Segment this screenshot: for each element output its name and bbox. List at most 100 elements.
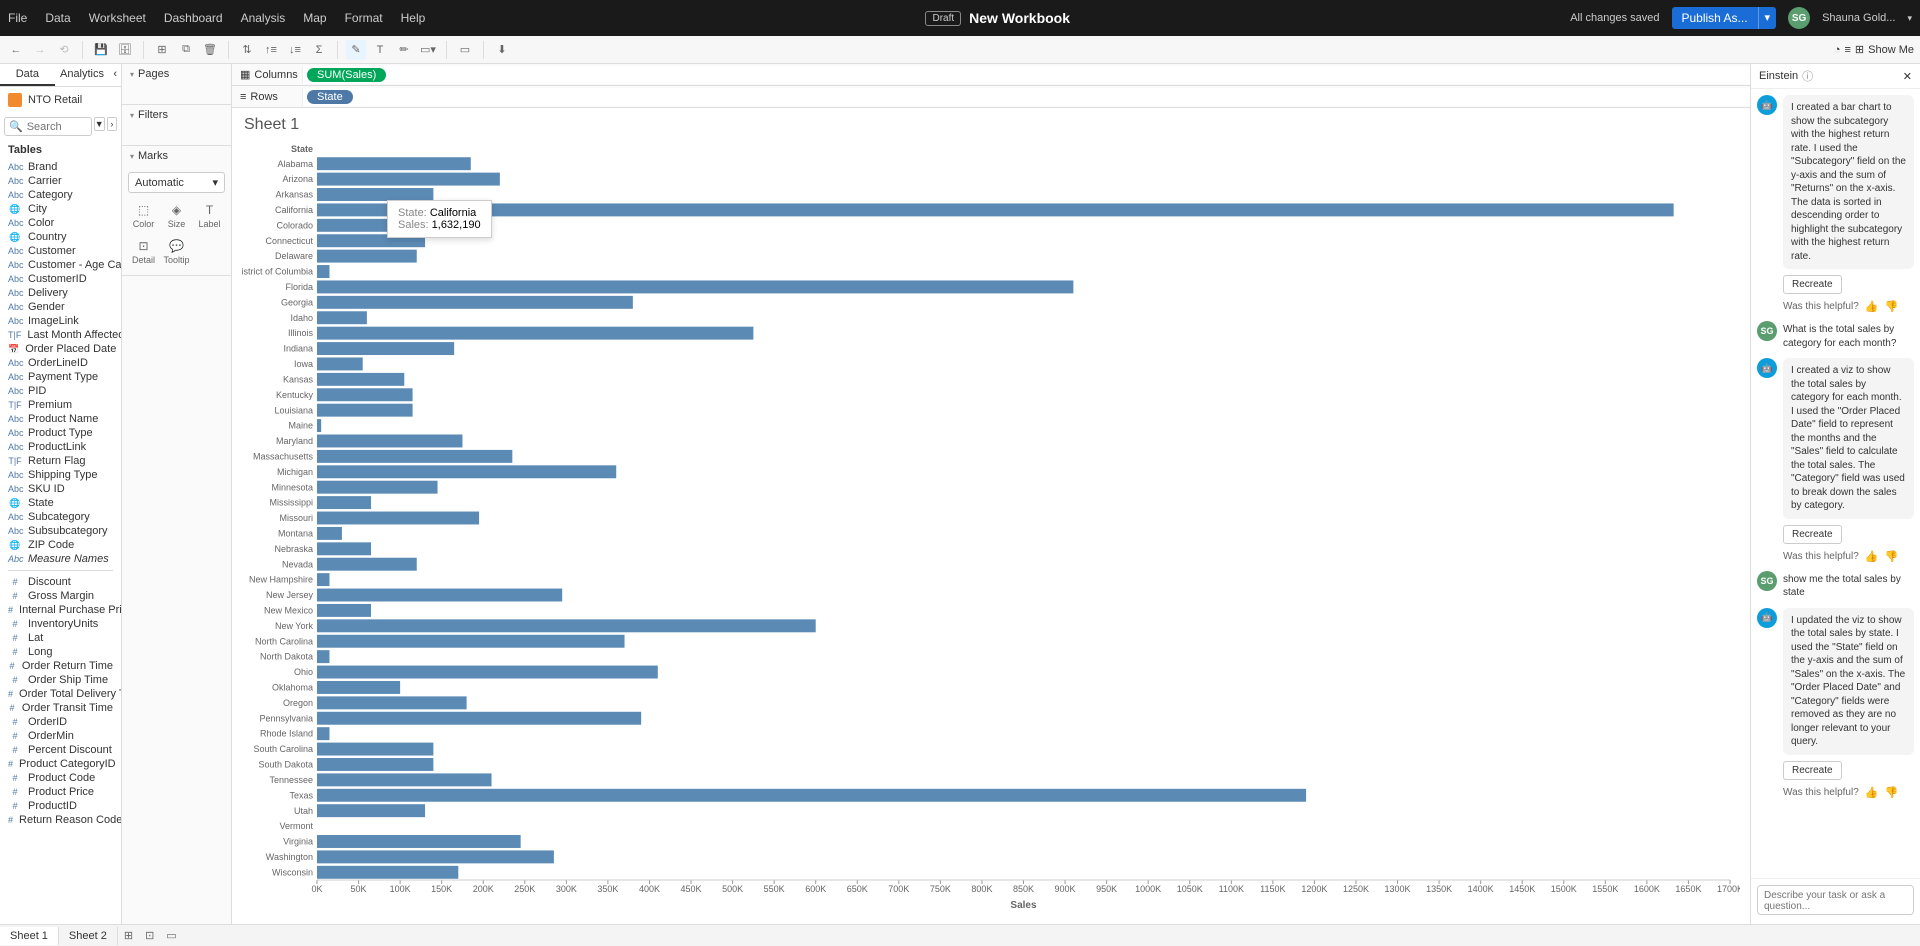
swap-icon[interactable]: ⇅ <box>237 40 257 60</box>
tab-data[interactable]: Data <box>0 64 55 86</box>
field-measure[interactable]: #OrderMin <box>0 729 121 743</box>
thumbs-up-icon[interactable]: 👍 <box>1865 300 1879 313</box>
menu-format[interactable]: Format <box>345 11 383 25</box>
save-icon[interactable]: 💾 <box>91 40 111 60</box>
bar[interactable] <box>317 280 1073 293</box>
field-measure[interactable]: #Internal Purchase Price <box>0 603 121 617</box>
bar[interactable] <box>317 311 367 324</box>
bar[interactable] <box>317 450 512 463</box>
field-dimension[interactable]: AbcPID <box>0 384 121 398</box>
search-input[interactable] <box>27 121 87 133</box>
bar[interactable] <box>317 850 554 863</box>
field-dimension[interactable]: AbcShipping Type <box>0 468 121 482</box>
bar[interactable] <box>317 388 413 401</box>
menu-help[interactable]: Help <box>401 11 426 25</box>
rows-pill[interactable]: State <box>307 90 353 104</box>
sheet-title[interactable]: Sheet 1 <box>232 108 1750 142</box>
field-dimension[interactable]: T|FReturn Flag <box>0 454 121 468</box>
thumbs-up-icon[interactable]: 👍 <box>1865 550 1879 563</box>
bar[interactable] <box>317 835 521 848</box>
bar[interactable] <box>317 743 433 756</box>
marks-size[interactable]: ◈Size <box>161 199 192 233</box>
bar[interactable] <box>317 342 454 355</box>
tab-analytics[interactable]: Analytics <box>55 64 110 86</box>
columns-pill[interactable]: SUM(Sales) <box>307 68 386 82</box>
bar[interactable] <box>317 712 641 725</box>
rows-shelf[interactable]: State <box>302 88 1750 106</box>
search-fields[interactable]: 🔍 <box>4 117 92 136</box>
menu-worksheet[interactable]: Worksheet <box>89 11 146 25</box>
field-dimension[interactable]: T|FLast Month Affected? <box>0 328 121 342</box>
field-dimension[interactable]: T|FPremium <box>0 398 121 412</box>
bar[interactable] <box>317 804 425 817</box>
marks-color[interactable]: ⬚Color <box>128 199 159 233</box>
show-me[interactable]: ◔ ≡ ⊞ Show Me <box>1834 43 1914 56</box>
marks-detail[interactable]: ⊡Detail <box>128 235 159 269</box>
field-measure[interactable]: #Percent Discount <box>0 743 121 757</box>
field-measure[interactable]: #Discount <box>0 575 121 589</box>
user-avatar[interactable]: SG <box>1788 7 1810 29</box>
field-dimension[interactable]: AbcCustomer - Age Cate... <box>0 258 121 272</box>
bar[interactable] <box>317 327 753 340</box>
labels-icon[interactable]: T <box>370 40 390 60</box>
presentation-icon[interactable]: ▭ <box>455 40 475 60</box>
bar[interactable] <box>317 866 458 879</box>
bar[interactable] <box>317 296 633 309</box>
info-icon[interactable]: ⓘ <box>1802 68 1813 84</box>
field-dimension[interactable]: AbcBrand <box>0 160 121 174</box>
revert-icon[interactable]: ⟲ <box>54 40 74 60</box>
field-measure[interactable]: #InventoryUnits <box>0 617 121 631</box>
bar[interactable] <box>317 635 625 648</box>
bar[interactable] <box>317 681 400 694</box>
field-measure[interactable]: #Return Reason Code <box>0 813 121 827</box>
bar[interactable] <box>317 527 342 540</box>
bar[interactable] <box>317 481 438 494</box>
bar[interactable] <box>317 573 329 586</box>
field-dimension[interactable]: 🌐State <box>0 496 121 510</box>
menu-analysis[interactable]: Analysis <box>241 11 286 25</box>
field-dimension[interactable]: AbcColor <box>0 216 121 230</box>
bar[interactable] <box>317 157 471 170</box>
expand-icon[interactable]: › <box>107 117 117 131</box>
bar[interactable] <box>317 219 408 232</box>
field-dimension[interactable]: AbcDelivery <box>0 286 121 300</box>
bar-chart[interactable]: StateAlabamaArizonaArkansasCaliforniaCol… <box>242 142 1740 914</box>
sheet-tab-1[interactable]: Sheet 1 <box>0 927 59 945</box>
user-menu-caret[interactable]: ▾ <box>1907 13 1912 24</box>
thumbs-down-icon[interactable]: 👎 <box>1884 300 1898 313</box>
bar[interactable] <box>317 435 462 448</box>
publish-dropdown[interactable]: ▾ <box>1758 7 1777 29</box>
bar[interactable] <box>317 419 321 432</box>
thumbs-up-icon[interactable]: 👍 <box>1865 786 1879 799</box>
thumbs-down-icon[interactable]: 👎 <box>1884 786 1898 799</box>
duplicate-icon[interactable]: ⧉ <box>176 40 196 60</box>
field-dimension[interactable]: AbcProductLink <box>0 440 121 454</box>
field-dimension[interactable]: AbcProduct Type <box>0 426 121 440</box>
field-measure[interactable]: #OrderID <box>0 715 121 729</box>
field-dimension[interactable]: AbcCategory <box>0 188 121 202</box>
einstein-input[interactable] <box>1757 885 1914 915</box>
field-dimension[interactable]: AbcCustomer <box>0 244 121 258</box>
publish-button[interactable]: Publish As... <box>1672 7 1758 29</box>
highlight-icon[interactable]: ✎ <box>346 40 366 60</box>
redo-icon[interactable]: → <box>30 40 50 60</box>
bar[interactable] <box>317 727 329 740</box>
field-measure[interactable]: #Order Ship Time <box>0 673 121 687</box>
bar[interactable] <box>317 373 404 386</box>
field-dimension[interactable]: 🌐City <box>0 202 121 216</box>
chart-container[interactable]: StateAlabamaArizonaArkansasCaliforniaCol… <box>232 142 1750 924</box>
sheet-tab-2[interactable]: Sheet 2 <box>59 927 118 945</box>
bar[interactable] <box>317 666 658 679</box>
new-dashboard-button[interactable]: ⊡ <box>139 926 160 945</box>
filter-icon[interactable]: ▼ <box>94 117 105 131</box>
field-measure[interactable]: #Order Total Delivery T... <box>0 687 121 701</box>
new-worksheet-button[interactable]: ⊞ <box>118 926 139 945</box>
data-guide-icon[interactable]: ◔ <box>1834 44 1841 56</box>
bar[interactable] <box>317 250 417 263</box>
bar[interactable] <box>317 357 363 370</box>
bar[interactable] <box>317 619 816 632</box>
undo-icon[interactable]: ← <box>6 40 26 60</box>
field-measure[interactable]: #Product Price <box>0 785 121 799</box>
datasource[interactable]: NTO Retail <box>0 87 121 113</box>
marks-tooltip[interactable]: 💬Tooltip <box>161 235 192 269</box>
